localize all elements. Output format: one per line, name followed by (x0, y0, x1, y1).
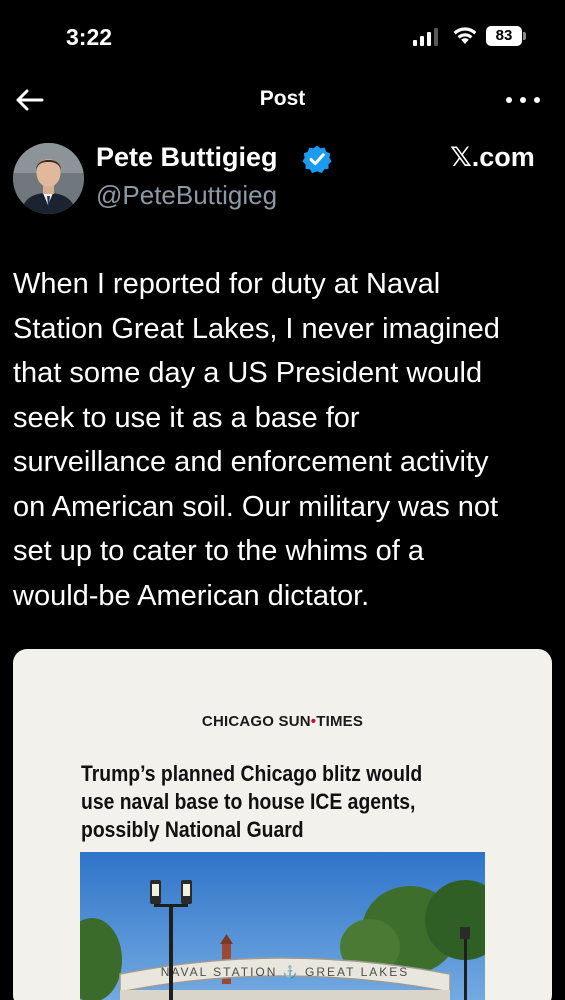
author-display-name[interactable]: Pete Buttigieg (96, 142, 278, 173)
status-bar: 3:22 83 (0, 0, 565, 70)
masthead-right: TIMES (316, 713, 364, 730)
media-card[interactable]: CHICAGO SUN•TIMES Trump’s planned Chicag… (13, 649, 552, 1000)
tweet-text-line: on American soil. Our military was not (13, 490, 499, 523)
wifi-icon (453, 27, 477, 44)
svg-text:NAVAL STATION ⚓ GREAT LAKES: NAVAL STATION ⚓ GREAT LAKES (161, 965, 410, 979)
tweet-text: When I reported for duty at Naval Statio… (13, 262, 558, 618)
newspaper-masthead: CHICAGO SUN•TIMES (13, 713, 552, 730)
headline-line: use naval base to house ICE agents, (81, 789, 416, 814)
tweet-text-line: set up to cater to the whims of a (13, 535, 425, 567)
article-headline: Trump’s planned Chicago blitz would use … (81, 760, 485, 844)
tweet-text-line: that some day a US President would (13, 357, 483, 389)
tweet-text-line: seek to use it as a base for (13, 401, 360, 434)
tweet-text-line: would-be American dictator. (13, 579, 370, 612)
tweet-text-line: Station Great Lakes, I never imagined (13, 312, 500, 345)
x-com-label[interactable]: 𝕏.com (450, 142, 535, 173)
masthead-left: CHICAGO SUN (201, 713, 311, 730)
tweet-text-line: When I reported for duty at Naval (13, 268, 441, 300)
battery-icon: 83 (486, 26, 522, 46)
author-handle[interactable]: @PeteButtigieg (96, 180, 277, 211)
cellular-signal-icon (413, 28, 441, 46)
nav-bar: Post (0, 70, 565, 130)
page-title: Post (259, 87, 306, 110)
verified-badge-icon (302, 145, 332, 173)
more-options-icon[interactable] (506, 84, 540, 116)
battery-cap (523, 32, 526, 40)
tweet-text-line: surveillance and enforcement activity (13, 446, 489, 478)
status-time: 3:22 (66, 24, 113, 50)
article-photo: NAVAL STATION ⚓ GREAT LAKES (80, 852, 485, 1000)
headline-line: possibly National Guard (81, 817, 304, 842)
headline-line: Trump’s planned Chicago blitz would (81, 761, 423, 786)
avatar[interactable] (13, 143, 84, 214)
